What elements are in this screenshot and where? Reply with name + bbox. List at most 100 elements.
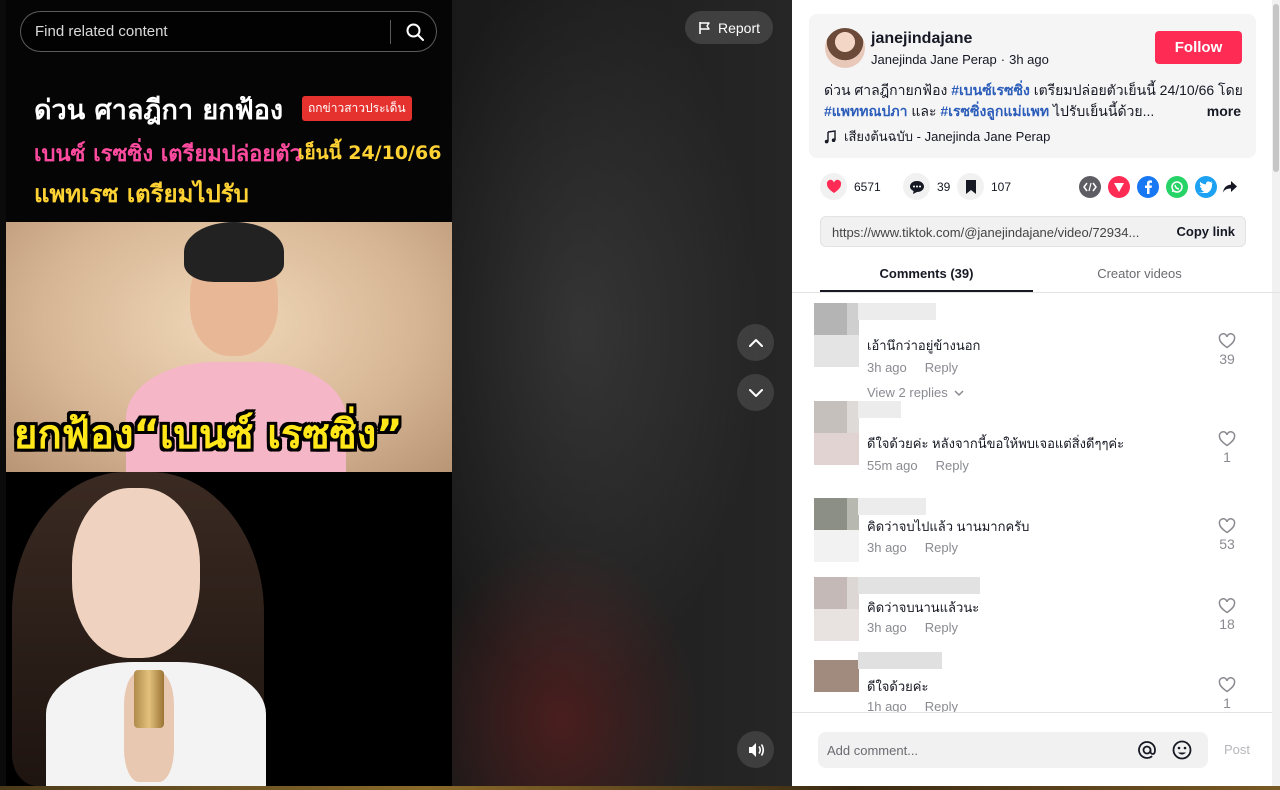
comment-meta: 55m ago Reply <box>867 458 969 473</box>
caption-text: และ <box>907 103 941 119</box>
music-row[interactable]: เสียงต้นฉบับ - Janejinda Jane Perap <box>824 126 1050 147</box>
heart-outline-icon <box>1218 333 1236 349</box>
comment-item: เอ้านึกว่าอยู่ข้างนอก 3h ago Reply 39 Vi… <box>814 303 1242 403</box>
comment-icon <box>903 173 930 200</box>
comment-reply-button[interactable]: Reply <box>936 458 969 473</box>
previous-video-button[interactable] <box>737 324 774 361</box>
copy-link-button[interactable]: Copy link <box>1176 224 1235 239</box>
share-arrow-icon[interactable] <box>1219 176 1241 198</box>
hashtag-link[interactable]: #เรซซิ่งลูกแม่แพท <box>940 103 1049 119</box>
dot-separator: · <box>1000 52 1006 67</box>
comment-like-count: 1 <box>1223 695 1231 711</box>
comment-item: คิดว่าจบนานแล้วนะ 3h ago Reply 18 <box>814 577 1242 657</box>
comment-avatar[interactable] <box>814 656 862 720</box>
chevron-down-icon <box>748 388 763 397</box>
woman-face <box>72 488 200 658</box>
twitter-icon[interactable] <box>1195 176 1217 198</box>
caption-text: เตรียมปล่อยตัวเย็นนี้ 24/10/66 โดย <box>1029 82 1243 98</box>
post-time: 3h ago <box>1009 52 1049 67</box>
post-comment-button[interactable]: Post <box>1224 742 1250 757</box>
comment-avatar[interactable] <box>814 498 862 562</box>
bottom-border-strip <box>0 786 1280 790</box>
comment-text: คิดว่าจบนานแล้วนะ <box>867 600 980 615</box>
mention-icon[interactable] <box>1136 739 1158 761</box>
music-title: เสียงต้นฉบับ - Janejinda Jane Perap <box>844 129 1051 144</box>
video-image-caption: ยกฟ้อง“เบนซ์ เรซซิ่ง” <box>14 412 403 458</box>
next-video-button[interactable] <box>737 374 774 411</box>
hashtag-link[interactable]: #แพททณปภา <box>824 103 907 119</box>
like-action[interactable]: 6571 <box>820 173 881 200</box>
video-headline-line1: ด่วน ศาลฎีกา ยกฟ้อง <box>34 95 284 126</box>
search-input[interactable] <box>35 12 385 51</box>
search-button[interactable] <box>399 16 431 48</box>
embed-icon[interactable] <box>1079 176 1101 198</box>
comment-like[interactable]: 1 <box>1212 431 1242 465</box>
video-photo-woman <box>6 472 452 786</box>
tabs-divider <box>792 292 1280 293</box>
tab-creator-videos[interactable]: Creator videos <box>1033 258 1246 292</box>
comment-avatar[interactable] <box>814 577 862 641</box>
video-link-bar: https://www.tiktok.com/@janejindajane/vi… <box>820 216 1246 247</box>
bookmark-icon <box>957 173 984 200</box>
comment-meta: 3h ago Reply <box>867 540 958 555</box>
comment-meta: 3h ago Reply <box>867 360 958 375</box>
video-url: https://www.tiktok.com/@janejindajane/vi… <box>832 225 1140 240</box>
heart-icon <box>820 173 847 200</box>
heart-outline-icon <box>1218 518 1236 534</box>
comment-text: คิดว่าจบไปแล้ว นานมากครับ <box>867 519 1030 534</box>
comment-text: ดีใจด้วยค่ะ <box>867 679 929 694</box>
tab-comments[interactable]: Comments (39) <box>820 258 1033 292</box>
music-note-icon <box>824 129 836 143</box>
heart-outline-icon <box>1218 677 1236 693</box>
comment-count: 39 <box>937 179 951 194</box>
comment-reply-button[interactable]: Reply <box>925 360 958 375</box>
comment-like-count: 53 <box>1219 536 1235 552</box>
comment-like-count: 1 <box>1223 449 1231 465</box>
comment-like[interactable]: 39 <box>1212 333 1242 367</box>
comment-box <box>818 732 1208 768</box>
like-count: 6571 <box>854 179 881 194</box>
comment-action[interactable]: 39 <box>903 173 950 200</box>
comment-time: 3h ago <box>867 360 907 375</box>
video-frame[interactable]: ด่วน ศาลฎีกา ยกฟ้อง ถกข่าวสาวประเด็น เบน… <box>6 0 452 786</box>
caption-more-link[interactable]: more <box>1202 101 1241 122</box>
comment-reply-button[interactable]: Reply <box>925 540 958 555</box>
comment-like-count: 39 <box>1219 351 1235 367</box>
volume-button[interactable] <box>737 731 774 768</box>
report-label: Report <box>717 19 761 36</box>
lipstick-product <box>134 670 164 728</box>
man-hair <box>184 222 284 282</box>
facebook-icon[interactable] <box>1137 176 1159 198</box>
video-headline-line3: แพทเรซ เตรียมไปรับ <box>34 180 249 208</box>
hashtag-link[interactable]: #เบนซ์เรซซิ่ง <box>951 82 1030 98</box>
scrollbar-thumb[interactable] <box>1273 4 1279 172</box>
save-action[interactable]: 107 <box>957 173 1011 200</box>
comment-like-count: 18 <box>1219 616 1235 632</box>
whatsapp-icon[interactable] <box>1166 176 1188 198</box>
follow-button[interactable]: Follow <box>1155 31 1242 64</box>
report-button[interactable]: Report <box>685 11 773 44</box>
emoji-icon[interactable] <box>1171 739 1193 761</box>
action-bar: 6571 39 107 <box>820 173 1250 203</box>
comment-like[interactable]: 53 <box>1212 518 1242 552</box>
comment-reply-button[interactable]: Reply <box>925 620 958 635</box>
comment-time: 3h ago <box>867 540 907 555</box>
author-subline: Janejinda Jane Perap · 3h ago <box>871 52 1049 67</box>
heart-outline-icon <box>1218 598 1236 614</box>
comment-like[interactable]: 1 <box>1212 677 1242 711</box>
scrollbar[interactable] <box>1272 0 1280 786</box>
view-replies-button[interactable]: View 2 replies <box>867 385 964 400</box>
volume-icon <box>748 742 764 757</box>
video-player[interactable]: ด่วน ศาลฎีกา ยกฟ้อง ถกข่าวสาวประเด็น เบน… <box>0 0 792 790</box>
search-divider <box>390 20 391 44</box>
comment-like[interactable]: 18 <box>1212 598 1242 632</box>
search-icon <box>406 23 424 41</box>
author-display-name: Janejinda Jane Perap <box>871 52 997 67</box>
comment-avatar[interactable] <box>814 401 862 465</box>
author-username[interactable]: janejindajane <box>871 30 972 48</box>
comment-avatar[interactable] <box>814 303 862 367</box>
author-avatar[interactable] <box>825 28 865 68</box>
comment-input[interactable] <box>827 732 1127 768</box>
comment-time: 3h ago <box>867 620 907 635</box>
friends-icon[interactable] <box>1108 176 1130 198</box>
